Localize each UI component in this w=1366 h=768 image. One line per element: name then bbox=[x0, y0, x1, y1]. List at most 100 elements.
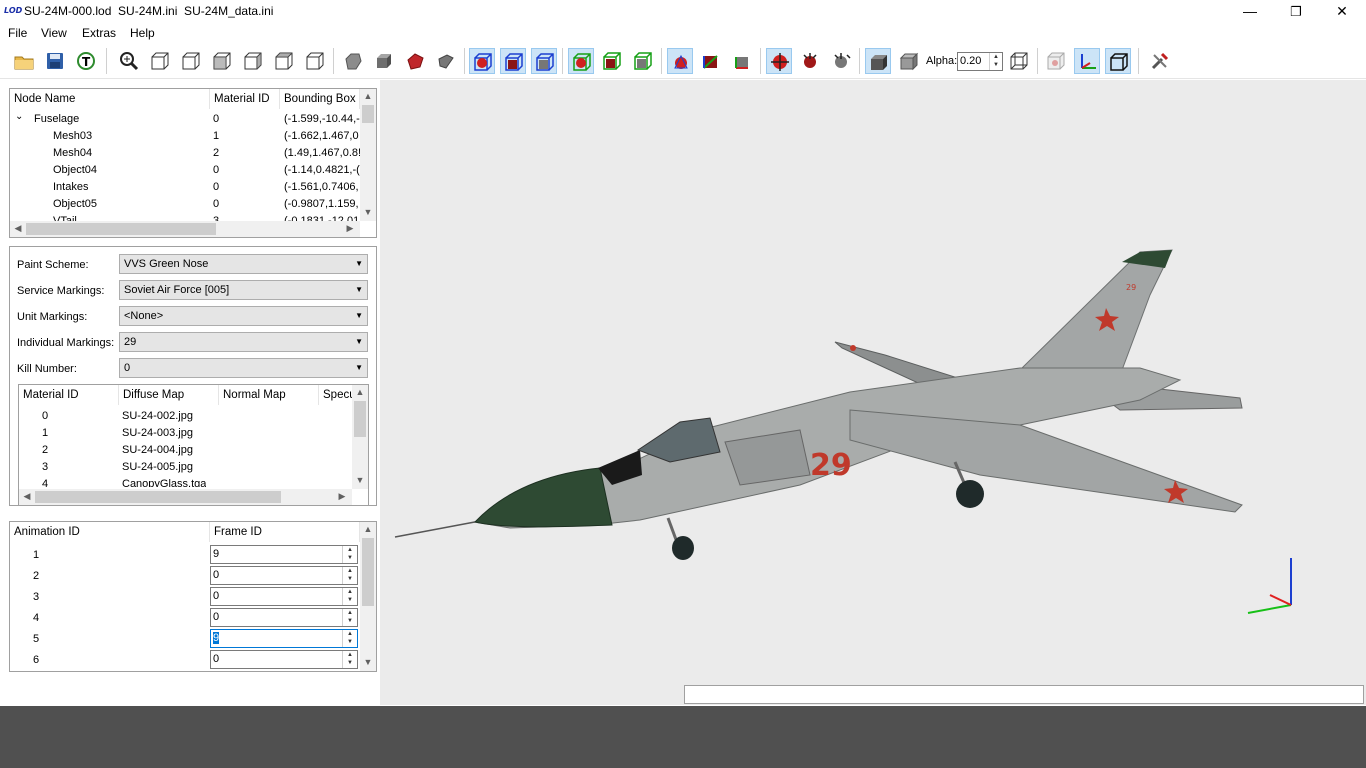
spin-arrows-icon[interactable]: ▲ ▼ bbox=[342, 651, 357, 668]
frame-id-spinbox[interactable]: 0 ▲ ▼ bbox=[210, 608, 358, 627]
column-animation-id[interactable]: Animation ID bbox=[10, 522, 210, 542]
bbox-dark-button[interactable] bbox=[500, 48, 526, 74]
spin-arrows-icon[interactable]: ▲ ▼ bbox=[342, 567, 357, 584]
spin-arrows-icon[interactable]: ▲ ▼ bbox=[342, 546, 357, 563]
paint-scheme-select[interactable]: VVS Green Nose ▼ bbox=[119, 254, 368, 274]
axes-red-button[interactable] bbox=[667, 48, 693, 74]
save-button[interactable] bbox=[42, 48, 68, 74]
alpha-spinbox[interactable]: 0.20 ▲ ▼ bbox=[957, 52, 1003, 71]
column-bounding-box[interactable]: Bounding Box bbox=[280, 89, 360, 109]
spin-arrows-icon[interactable]: ▲ ▼ bbox=[342, 588, 357, 605]
wireframe-button[interactable] bbox=[1006, 48, 1032, 74]
target-dark-button[interactable] bbox=[797, 48, 823, 74]
scroll-thumb[interactable] bbox=[362, 105, 374, 123]
individual-markings-select[interactable]: 29 ▼ bbox=[119, 332, 368, 352]
scroll-left-icon[interactable]: ◀ bbox=[10, 223, 26, 234]
minimize-button[interactable]: — bbox=[1227, 0, 1273, 23]
scroll-thumb[interactable] bbox=[35, 491, 281, 503]
collapse-arrow-icon[interactable]: ⌄ bbox=[15, 111, 23, 122]
frame-id-spinbox[interactable]: 0 ▲ ▼ bbox=[210, 566, 358, 585]
scroll-down-icon[interactable]: ▼ bbox=[360, 657, 376, 667]
scroll-up-icon[interactable]: ▲ bbox=[352, 387, 368, 397]
column-node-name[interactable]: Node Name bbox=[10, 89, 210, 109]
view-back-button[interactable] bbox=[178, 48, 204, 74]
vertical-scrollbar[interactable]: ▲ ▼ bbox=[352, 385, 368, 489]
column-specular-map[interactable]: Specu bbox=[319, 385, 353, 405]
bbox-red-button[interactable] bbox=[469, 48, 495, 74]
open-button[interactable] bbox=[11, 48, 37, 74]
service-markings-select[interactable]: Soviet Air Force [005] ▼ bbox=[119, 280, 368, 300]
shade-flat-button[interactable] bbox=[340, 48, 366, 74]
column-material-id[interactable]: Material ID bbox=[19, 385, 119, 405]
menu-extras[interactable]: Extras bbox=[82, 26, 116, 40]
material-diffuse[interactable]: SU-24-003.jpg bbox=[122, 427, 193, 439]
menu-file[interactable]: File bbox=[8, 26, 27, 40]
view-front-button[interactable] bbox=[147, 48, 173, 74]
green-bbox-red-button[interactable] bbox=[568, 48, 594, 74]
settings-button[interactable] bbox=[1147, 48, 1173, 74]
menu-help[interactable]: Help bbox=[130, 26, 155, 40]
frame-id-spinbox[interactable]: 9 ▲ ▼ bbox=[210, 545, 358, 564]
scroll-right-icon[interactable]: ▶ bbox=[334, 491, 350, 502]
scroll-right-icon[interactable]: ▶ bbox=[342, 223, 358, 234]
scroll-up-icon[interactable]: ▲ bbox=[360, 524, 376, 534]
bbox-gray-button[interactable] bbox=[531, 48, 557, 74]
frame-id-spinbox[interactable]: 0 ▲ ▼ bbox=[210, 587, 358, 606]
solid-view-button[interactable] bbox=[865, 48, 891, 74]
material-diffuse[interactable]: SU-24-005.jpg bbox=[122, 461, 193, 473]
tree-node[interactable]: Object05 bbox=[53, 198, 97, 210]
unit-markings-select[interactable]: <None> ▼ bbox=[119, 306, 368, 326]
menu-view[interactable]: View bbox=[41, 26, 67, 40]
shade-gray-button[interactable] bbox=[433, 48, 459, 74]
frame-id-spinbox-focused[interactable]: 9 ▲ ▼ bbox=[210, 629, 358, 648]
scroll-down-icon[interactable]: ▼ bbox=[352, 475, 368, 485]
spin-arrows-icon[interactable]: ▲ ▼ bbox=[989, 53, 1002, 70]
horizontal-scrollbar[interactable]: ◀ ▶ bbox=[10, 221, 360, 237]
shade-solid-button[interactable] bbox=[371, 48, 397, 74]
green-bbox-dark-button[interactable] bbox=[599, 48, 625, 74]
material-diffuse[interactable]: SU-24-004.jpg bbox=[122, 444, 193, 456]
scroll-up-icon[interactable]: ▲ bbox=[360, 91, 376, 101]
texture-toggle-button[interactable]: T bbox=[73, 48, 99, 74]
green-bbox-gray-button[interactable] bbox=[630, 48, 656, 74]
maximize-button[interactable]: ❐ bbox=[1273, 0, 1319, 23]
view-top-button[interactable] bbox=[271, 48, 297, 74]
vertical-scrollbar[interactable]: ▲ ▼ bbox=[360, 522, 376, 671]
scroll-thumb[interactable] bbox=[362, 538, 374, 606]
tree-node[interactable]: Mesh04 bbox=[53, 147, 92, 159]
vertical-scrollbar[interactable]: ▲ ▼ bbox=[360, 89, 376, 221]
zoom-fit-button[interactable] bbox=[116, 48, 142, 74]
view-right-button[interactable] bbox=[240, 48, 266, 74]
shade-red-button[interactable] bbox=[402, 48, 428, 74]
axes-gray-button[interactable] bbox=[729, 48, 755, 74]
tree-node[interactable]: Object04 bbox=[53, 164, 97, 176]
axes-dark-button[interactable] bbox=[698, 48, 724, 74]
scroll-down-icon[interactable]: ▼ bbox=[360, 207, 376, 217]
show-axes-button[interactable] bbox=[1074, 48, 1100, 74]
column-material-id[interactable]: Material ID bbox=[210, 89, 280, 109]
transparent-view-button[interactable] bbox=[896, 48, 922, 74]
material-diffuse[interactable]: SU-24-002.jpg bbox=[122, 410, 193, 422]
material-diffuse[interactable]: CanopyGlass.tga bbox=[122, 478, 206, 487]
close-button[interactable]: ✕ bbox=[1319, 0, 1365, 23]
column-frame-id[interactable]: Frame ID bbox=[210, 522, 360, 542]
view-bottom-button[interactable] bbox=[302, 48, 328, 74]
tree-node[interactable]: Intakes bbox=[53, 181, 88, 193]
column-diffuse-map[interactable]: Diffuse Map bbox=[119, 385, 219, 405]
column-normal-map[interactable]: Normal Map bbox=[219, 385, 319, 405]
scroll-left-icon[interactable]: ◀ bbox=[19, 491, 35, 502]
3d-viewport[interactable]: 29 29 bbox=[380, 80, 1366, 705]
horizontal-scrollbar[interactable]: ◀ ▶ bbox=[19, 489, 352, 505]
status-field[interactable] bbox=[684, 685, 1364, 704]
frame-id-spinbox[interactable]: 0 ▲ ▼ bbox=[210, 650, 358, 669]
view-left-button[interactable] bbox=[209, 48, 235, 74]
background-button[interactable] bbox=[1043, 48, 1069, 74]
kill-number-select[interactable]: 0 ▼ bbox=[119, 358, 368, 378]
show-bbox-button[interactable] bbox=[1105, 48, 1131, 74]
target-gray-button[interactable] bbox=[828, 48, 854, 74]
scroll-thumb[interactable] bbox=[354, 401, 366, 437]
spin-arrows-icon[interactable]: ▲ ▼ bbox=[342, 609, 357, 626]
scroll-thumb[interactable] bbox=[26, 223, 216, 235]
target-red-button[interactable] bbox=[766, 48, 792, 74]
tree-node[interactable]: Fuselage bbox=[34, 113, 79, 125]
